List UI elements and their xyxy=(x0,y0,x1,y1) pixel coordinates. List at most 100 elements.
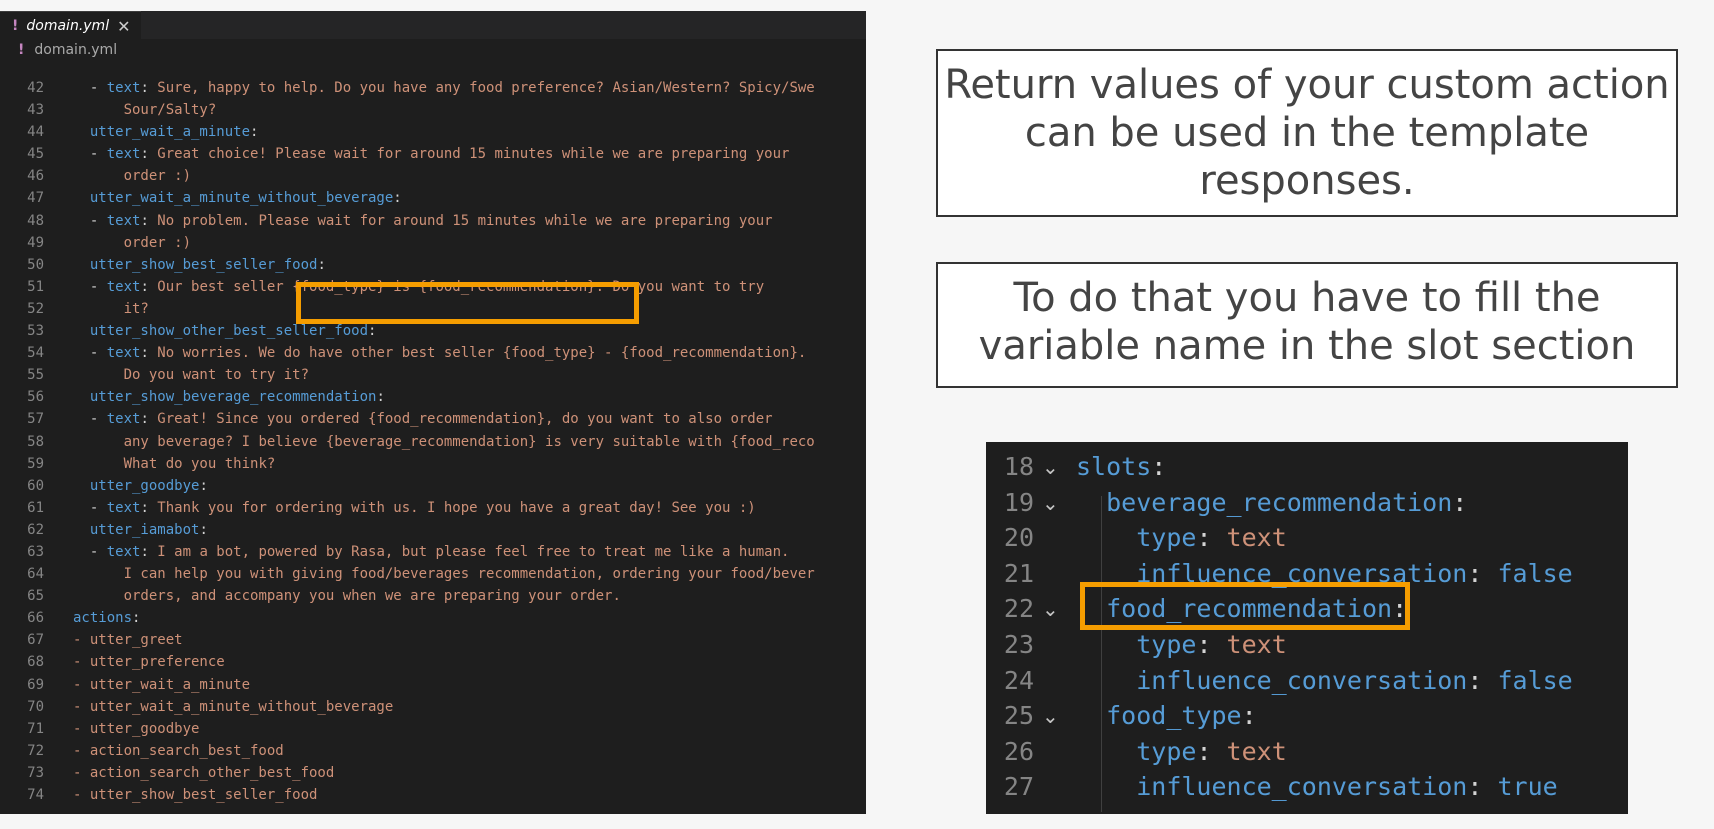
slots-code-snippet: 18 ⌄ slots: 19 ⌄ beverage_recommendation: 20 … xyxy=(986,442,1628,814)
code-line[interactable]: 74 - utter_show_best_seller_food xyxy=(0,784,866,806)
callout-line: responses. xyxy=(1199,158,1415,204)
code-line[interactable]: 54 - text: No worries. We do have other … xyxy=(0,342,866,364)
line-number: 51 xyxy=(27,278,44,295)
line-text: order :) xyxy=(73,232,191,254)
line-text: - text: Great choice! Please wait for ar… xyxy=(73,143,790,165)
line-text: - utter_wait_a_minute xyxy=(73,674,250,696)
yaml-value: - utter_greet xyxy=(73,632,183,649)
code-line[interactable]: 72 - action_search_best_food xyxy=(0,740,866,762)
line-number: 72 xyxy=(27,742,44,759)
line-text: order :) xyxy=(73,165,191,187)
yaml-key: influence_conversation xyxy=(1136,772,1468,802)
dash: - xyxy=(89,499,107,516)
yaml-value: - utter_wait_a_minute xyxy=(73,676,251,693)
line-number: 42 xyxy=(27,80,44,96)
line-text: influence_conversation: false xyxy=(1076,557,1573,591)
code-line[interactable]: 57 - text: Great! Since you ordered {foo… xyxy=(0,408,866,430)
chevron-down-icon[interactable]: ⌄ xyxy=(1042,699,1059,733)
line-number: 56 xyxy=(27,389,44,406)
yaml-value: text xyxy=(1226,736,1287,766)
line-text: What do you think? xyxy=(73,453,276,475)
code-line[interactable]: 58 any beverage? I believe {beverage_rec… xyxy=(0,431,866,453)
code-line[interactable]: 73 - action_search_other_best_food xyxy=(0,762,866,784)
code-line[interactable]: 49 order :) xyxy=(0,232,866,254)
line-text: food_recommendation: xyxy=(1076,592,1407,626)
colon: : xyxy=(1452,487,1468,517)
dash: - xyxy=(89,278,107,295)
line-text: utter_wait_a_minute: xyxy=(73,121,259,143)
yaml-key: food_recommendation xyxy=(1106,594,1393,624)
line-text: utter_show_best_seller_food: xyxy=(73,254,326,276)
line-text: utter_goodbye: xyxy=(73,475,208,497)
colon: : xyxy=(140,80,158,96)
line-number: 22 xyxy=(1003,594,1034,624)
code-line[interactable]: 43 Sour/Salty? xyxy=(0,99,866,121)
code-line[interactable]: 67 - utter_greet xyxy=(0,629,866,651)
line-number: 63 xyxy=(27,543,44,560)
line-text: it? xyxy=(73,298,149,320)
line-number: 54 xyxy=(27,345,44,362)
line-text: beverage_recommendation: xyxy=(1076,486,1467,520)
yaml-key: utter_wait_a_minute_without_beverage xyxy=(89,190,394,207)
code-line[interactable]: 66 actions: xyxy=(0,607,866,629)
yaml-key: type xyxy=(1136,630,1197,659)
code-line[interactable]: 45 - text: Great choice! Please wait for… xyxy=(0,143,866,165)
code-line[interactable]: 50 utter_show_best_seller_food: xyxy=(0,254,866,276)
tab-domain-yml[interactable]: ! domain.yml ✕ xyxy=(0,11,141,40)
line-number: 25 xyxy=(1003,701,1034,731)
code-line[interactable]: 42 - text: Sure, happy to help. Do you h… xyxy=(0,77,866,99)
line-number: 67 xyxy=(27,632,44,649)
code-area[interactable]: 42 - text: Sure, happy to help. Do you h… xyxy=(0,77,866,806)
line-text: I can help you with giving food/beverage… xyxy=(73,563,815,585)
yaml-value: No worries. We do have other best seller… xyxy=(157,345,807,362)
close-icon[interactable]: ✕ xyxy=(117,17,130,36)
colon: : xyxy=(1467,772,1498,802)
yaml-key: text xyxy=(106,212,141,229)
colon: : xyxy=(376,389,385,406)
colon: : xyxy=(140,543,158,560)
yaml-value: order :) xyxy=(123,234,192,251)
chevron-down-icon[interactable]: ⌄ xyxy=(1042,486,1059,520)
chevron-down-icon[interactable]: ⌄ xyxy=(1042,450,1059,484)
breadcrumb[interactable]: ! domain.yml xyxy=(0,39,866,61)
code-line[interactable]: 61 - text: Thank you for ordering with u… xyxy=(0,497,866,519)
code-line[interactable]: 65 orders, and accompany you when we are… xyxy=(0,585,866,607)
line-text: - text: Great! Since you ordered {food_r… xyxy=(73,408,773,430)
line-text: - utter_show_best_seller_food xyxy=(73,784,317,806)
code-line[interactable]: 59 What do you think? xyxy=(0,453,866,475)
line-text: - utter_wait_a_minute_without_beverage xyxy=(73,696,393,718)
code-line[interactable]: 46 order :) xyxy=(0,165,866,187)
code-line[interactable]: 68 - utter_preference xyxy=(0,651,866,673)
code-line[interactable]: 47 utter_wait_a_minute_without_beverage: xyxy=(0,187,866,209)
colon: : xyxy=(199,521,208,538)
code-line[interactable]: 60 utter_goodbye: xyxy=(0,475,866,497)
code-line[interactable]: 44 utter_wait_a_minute: xyxy=(0,121,866,143)
code-line[interactable]: 71 - utter_goodbye xyxy=(0,718,866,740)
tab-label: domain.yml xyxy=(26,18,110,34)
code-line[interactable]: 56 utter_show_beverage_recommendation: xyxy=(0,386,866,408)
yaml-key: text xyxy=(106,80,141,96)
line-number: 53 xyxy=(27,323,44,340)
colon: : xyxy=(1196,523,1227,553)
line-number: 26 xyxy=(1003,736,1034,766)
line-number: 58 xyxy=(27,433,44,450)
code-line[interactable]: 64 I can help you with giving food/bever… xyxy=(0,563,866,585)
code-line[interactable]: 63 - text: I am a bot, powered by Rasa, … xyxy=(0,541,866,563)
code-line[interactable]: 55 Do you want to try it? xyxy=(0,364,866,386)
yaml-value: any beverage? I believe {beverage_recomm… xyxy=(123,433,815,450)
code-line[interactable]: 62 utter_iamabot: xyxy=(0,519,866,541)
line-text: - utter_greet xyxy=(73,629,183,651)
yaml-value: Thank you for ordering with us. I hope y… xyxy=(157,499,756,516)
chevron-down-icon[interactable]: ⌄ xyxy=(1042,592,1059,626)
yaml-key: influence_conversation xyxy=(1136,665,1468,695)
yaml-key: influence_conversation xyxy=(1136,558,1468,588)
yaml-value: - utter_wait_a_minute_without_beverage xyxy=(73,698,394,715)
breadcrumb-label: domain.yml xyxy=(34,42,118,58)
code-line[interactable]: 69 - utter_wait_a_minute xyxy=(0,674,866,696)
code-line[interactable]: 70 - utter_wait_a_minute_without_beverage xyxy=(0,696,866,718)
line-number: 65 xyxy=(27,588,44,605)
callout-line: Return values of your custom action xyxy=(944,62,1670,108)
line-number: 64 xyxy=(27,566,44,583)
code-line[interactable]: 48 - text: No problem. Please wait for a… xyxy=(0,210,866,232)
colon: : xyxy=(1467,558,1498,588)
